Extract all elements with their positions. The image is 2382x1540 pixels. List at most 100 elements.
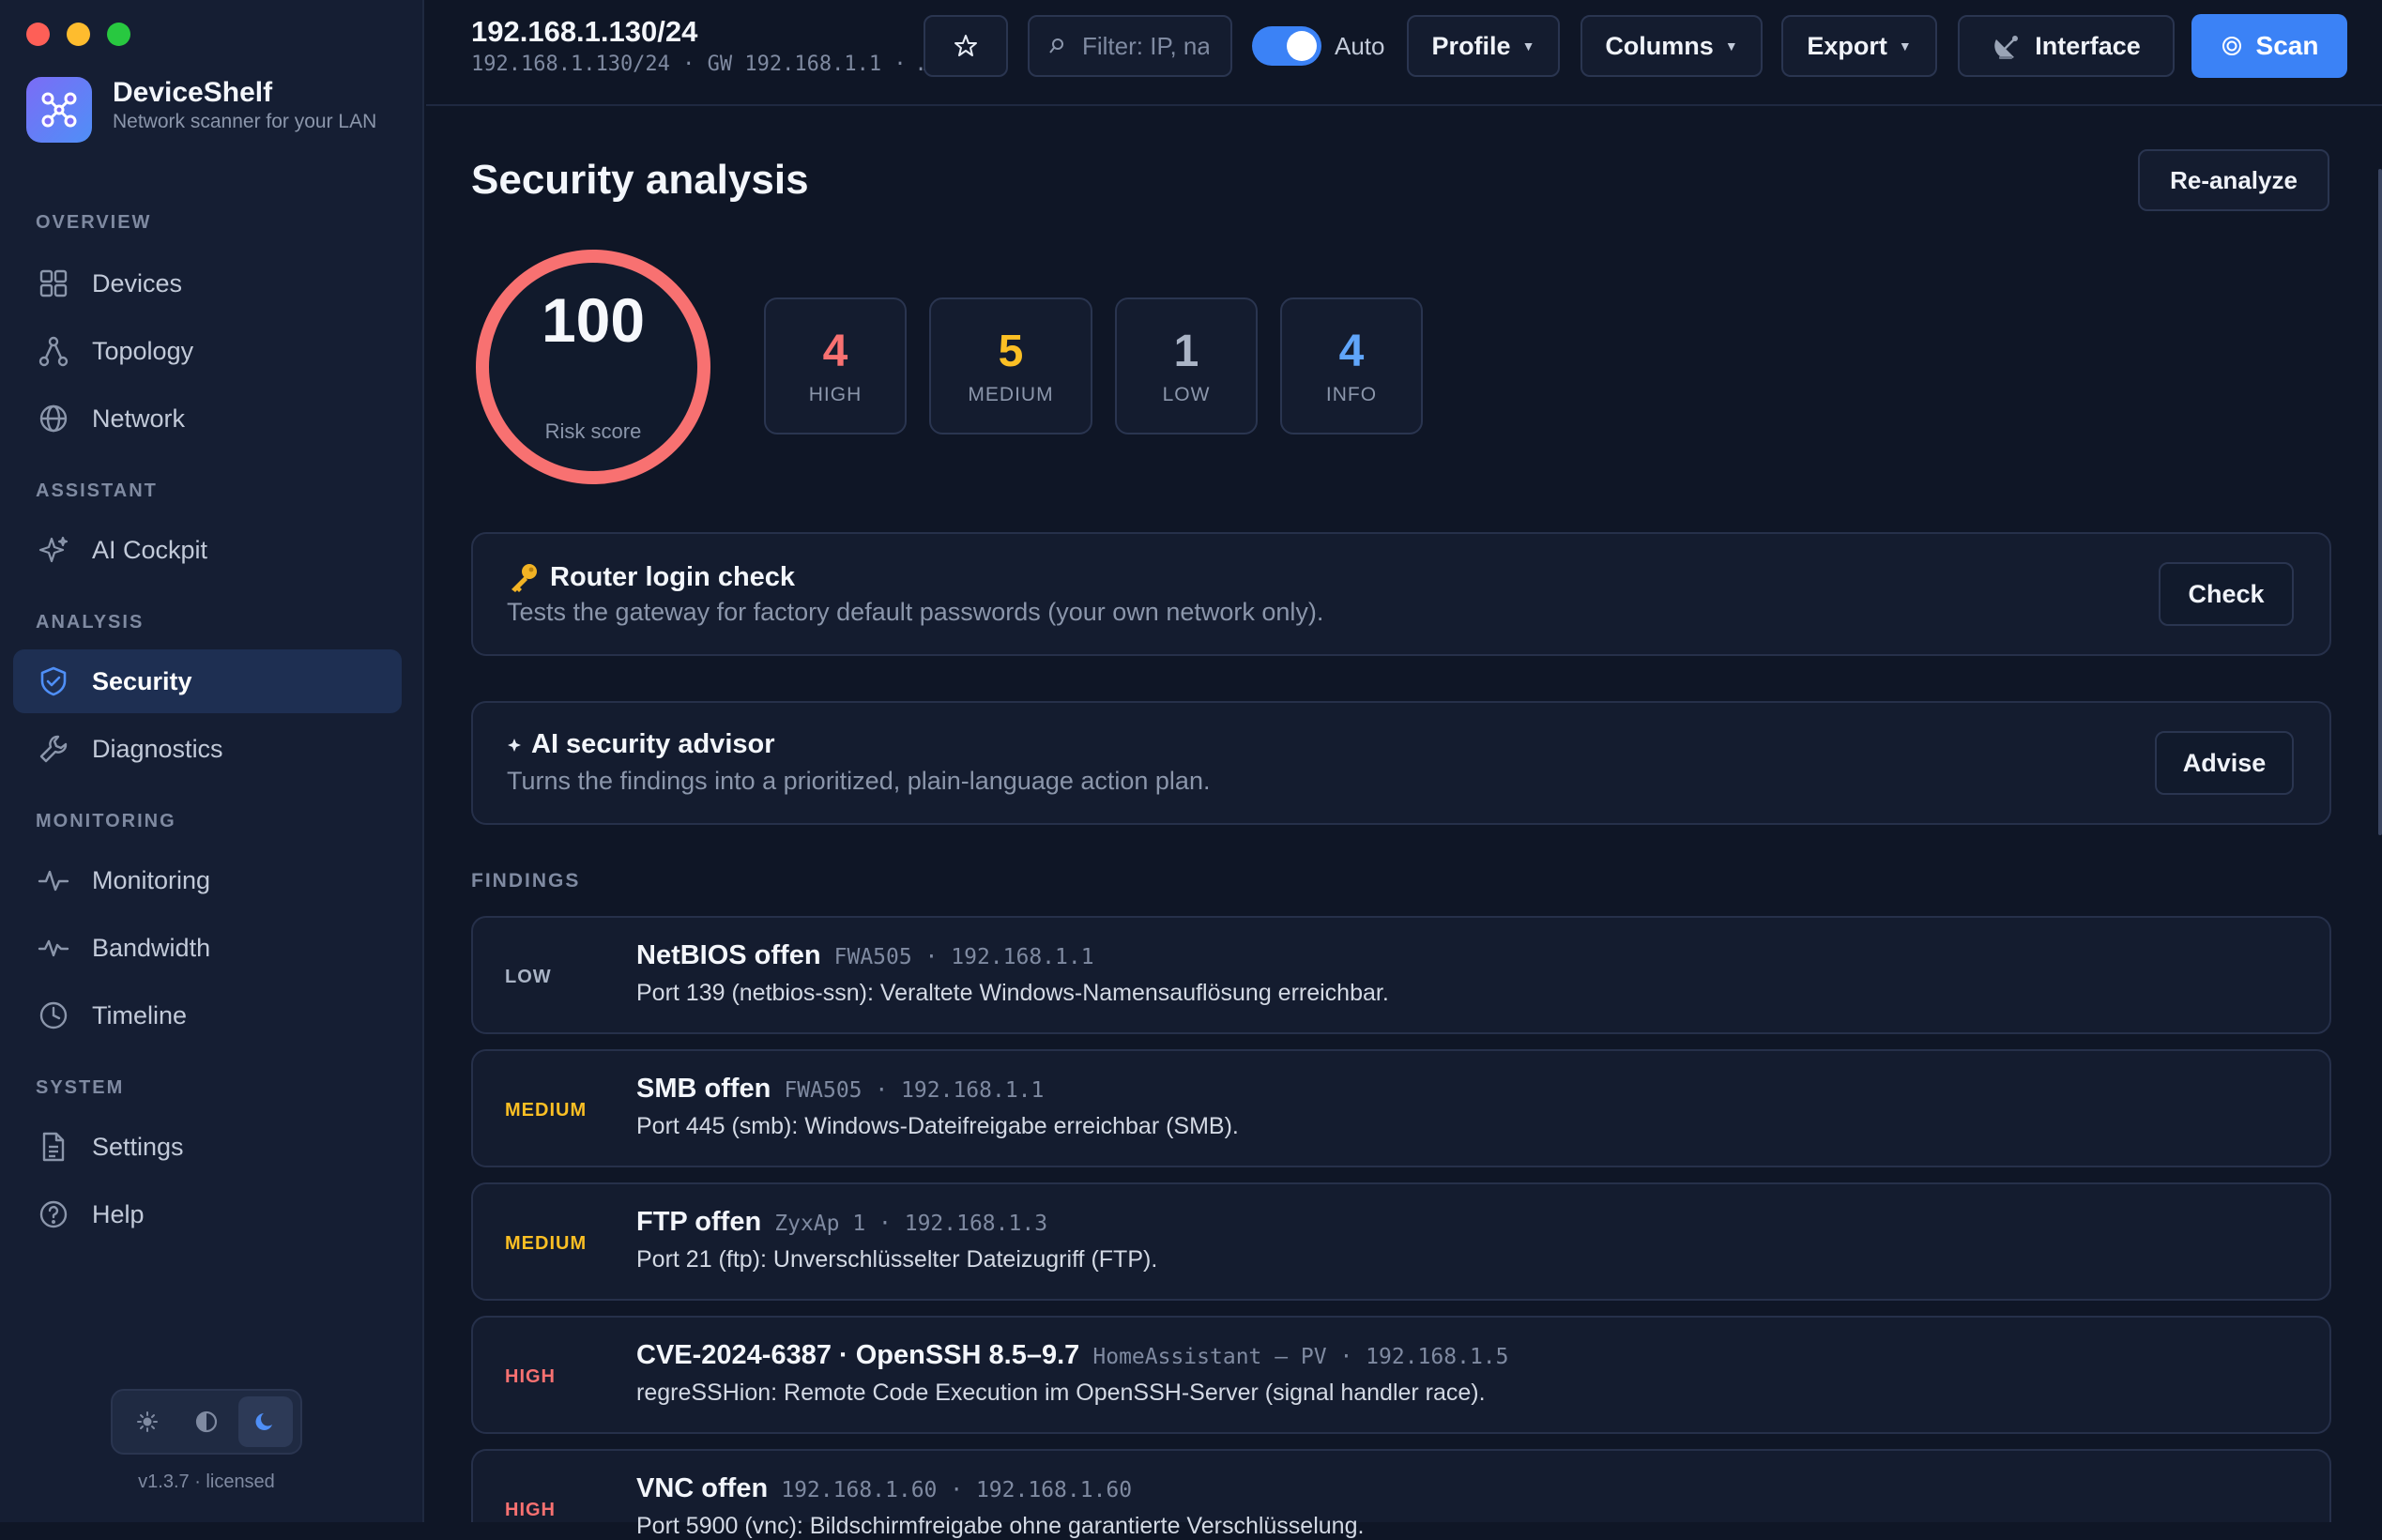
topology-icon <box>38 336 69 367</box>
finding-title: CVE-2024-6387 · OpenSSH 8.5–9.7 <box>636 1340 1080 1370</box>
nav-section-overview: OVERVIEW <box>36 212 152 233</box>
document-icon <box>42 1132 65 1162</box>
wrench-icon <box>39 735 68 763</box>
scan-button[interactable]: Scan <box>2191 14 2347 78</box>
finding-title: SMB offen <box>636 1074 771 1104</box>
network-title: 192.168.1.130/24 <box>471 15 698 48</box>
topbar: 192.168.1.130/24 192.168.1.130/24 · GW 1… <box>426 0 2382 106</box>
count-label: INFO <box>1325 384 1378 405</box>
sidebar-item-ai-cockpit[interactable]: AI Cockpit <box>13 518 402 582</box>
check-button[interactable]: Check <box>2159 562 2294 626</box>
count-value: 4 <box>822 327 848 376</box>
activity-icon <box>38 870 69 892</box>
search-icon <box>1049 38 1063 53</box>
finding-row[interactable]: HIGH VNC offen 192.168.1.60 · 192.168.1.… <box>471 1449 2331 1539</box>
sidebar-item-bandwidth[interactable]: Bandwidth <box>13 916 402 980</box>
nav-section-analysis: ANALYSIS <box>36 612 145 633</box>
count-value: 5 <box>998 327 1024 376</box>
interface-button[interactable]: Interface <box>1958 15 2175 77</box>
sidebar-item-label: Security <box>92 666 192 695</box>
severity-badge: MEDIUM <box>505 1100 588 1121</box>
sidebar-item-label: Help <box>92 1199 145 1228</box>
sidebar-item-label: Monitoring <box>92 865 211 894</box>
sidebar-item-network[interactable]: Network <box>13 387 402 450</box>
sidebar-item-label: Devices <box>92 268 183 297</box>
severity-count-medium: 5 MEDIUM <box>929 297 1092 435</box>
severity-badge: HIGH <box>505 1500 556 1520</box>
toggle-knob <box>1287 31 1317 61</box>
finding-row[interactable]: HIGH CVE-2024-6387 · OpenSSH 8.5–9.7 Hom… <box>471 1316 2331 1434</box>
finding-title-line: VNC offen 192.168.1.60 · 192.168.1.60 <box>636 1473 1132 1504</box>
nav-section-system: SYSTEM <box>36 1077 125 1098</box>
sidebar-item-timeline[interactable]: Timeline <box>13 983 402 1047</box>
finding-row[interactable]: MEDIUM SMB offen FWA505 · 192.168.1.1 Po… <box>471 1049 2331 1167</box>
profile-label: Profile <box>1431 31 1511 60</box>
interface-label: Interface <box>2035 31 2141 60</box>
minimize-window-button[interactable] <box>67 23 90 46</box>
nav-section-assistant: ASSISTANT <box>36 480 158 501</box>
favorite-button[interactable] <box>924 15 1008 77</box>
auto-toggle[interactable] <box>1252 26 1321 66</box>
profile-dropdown[interactable]: Profile ▼ <box>1407 15 1560 77</box>
finding-meta: ZyxAp 1 · 192.168.1.3 <box>774 1212 1048 1236</box>
severity-count-low: 1 LOW <box>1115 297 1258 435</box>
sidebar-item-label: AI Cockpit <box>92 535 208 564</box>
columns-label: Columns <box>1605 31 1714 60</box>
version-label: v1.3.7 · licensed <box>138 1471 275 1492</box>
theme-switch <box>111 1389 302 1455</box>
theme-system-button[interactable] <box>179 1396 234 1447</box>
sidebar-item-settings[interactable]: Settings <box>13 1115 402 1179</box>
sidebar-item-security[interactable]: Security <box>13 649 402 713</box>
sidebar-item-devices[interactable]: Devices <box>13 252 402 315</box>
finding-meta: FWA505 · 192.168.1.1 <box>784 1078 1045 1103</box>
finding-meta: HomeAssistant – PV · 192.168.1.5 <box>1092 1345 1509 1369</box>
risk-score-gauge: 100 Risk score <box>471 245 715 489</box>
finding-description: Port 5900 (vnc): Bildschirmfreigabe ohne… <box>636 1513 1365 1539</box>
severity-count-info: 4 INFO <box>1280 297 1423 435</box>
caret-down-icon: ▼ <box>1521 38 1535 53</box>
theme-light-button[interactable] <box>120 1396 175 1447</box>
finding-title-line: FTP offen ZyxAp 1 · 192.168.1.3 <box>636 1207 1047 1238</box>
theme-dark-button[interactable] <box>237 1396 293 1447</box>
finding-row[interactable]: MEDIUM FTP offen ZyxAp 1 · 192.168.1.3 P… <box>471 1182 2331 1301</box>
sidebar-item-diagnostics[interactable]: Diagnostics <box>13 717 402 781</box>
globe-icon <box>39 404 68 433</box>
finding-title-line: CVE-2024-6387 · OpenSSH 8.5–9.7 HomeAssi… <box>636 1340 1508 1371</box>
columns-dropdown[interactable]: Columns ▼ <box>1580 15 1763 77</box>
advise-button[interactable]: Advise <box>2155 731 2294 795</box>
brand: DeviceShelf Network scanner for your LAN <box>26 77 402 143</box>
satellite-dish-icon <box>1994 36 2019 59</box>
sidebar-item-label: Bandwidth <box>92 933 211 962</box>
count-label: LOW <box>1162 384 1211 405</box>
finding-title: NetBIOS offen <box>636 940 821 970</box>
ai-advisor-card: AI security advisor Turns the findings i… <box>471 701 2331 825</box>
severity-count-high: 4 HIGH <box>764 297 907 435</box>
window-controls <box>26 23 130 46</box>
zoom-window-button[interactable] <box>107 23 130 46</box>
count-value: 1 <box>1173 327 1199 376</box>
ai-advisor-heading: AI security advisor <box>507 729 775 760</box>
page-title: Security analysis <box>471 157 809 203</box>
risk-score-label: Risk score <box>544 419 642 443</box>
sidebar-item-topology[interactable]: Topology <box>13 319 402 383</box>
scrollbar-thumb[interactable] <box>2378 169 2382 835</box>
moon-icon <box>255 1413 272 1430</box>
filter-input[interactable] <box>1082 31 1209 61</box>
ai-advisor-title: AI security advisor <box>531 729 775 759</box>
caret-down-icon: ▼ <box>1898 38 1912 53</box>
sparkle-icon <box>508 738 521 752</box>
sidebar-item-monitoring[interactable]: Monitoring <box>13 848 402 912</box>
export-label: Export <box>1807 31 1887 60</box>
sparkle-icon <box>38 536 69 563</box>
close-window-button[interactable] <box>26 23 50 46</box>
scan-label: Scan <box>2255 31 2319 60</box>
ai-advisor-description: Turns the findings into a prioritized, p… <box>507 767 1211 795</box>
severity-badge: LOW <box>505 967 552 987</box>
reanalyze-button[interactable]: Re-analyze <box>2138 149 2329 211</box>
finding-row[interactable]: LOW NetBIOS offen FWA505 · 192.168.1.1 P… <box>471 916 2331 1034</box>
sidebar-item-help[interactable]: Help <box>13 1182 402 1246</box>
filter-field[interactable] <box>1028 15 1232 77</box>
export-dropdown[interactable]: Export ▼ <box>1781 15 1937 77</box>
findings-heading: FINDINGS <box>471 870 581 892</box>
finding-title-line: NetBIOS offen FWA505 · 192.168.1.1 <box>636 940 1094 971</box>
